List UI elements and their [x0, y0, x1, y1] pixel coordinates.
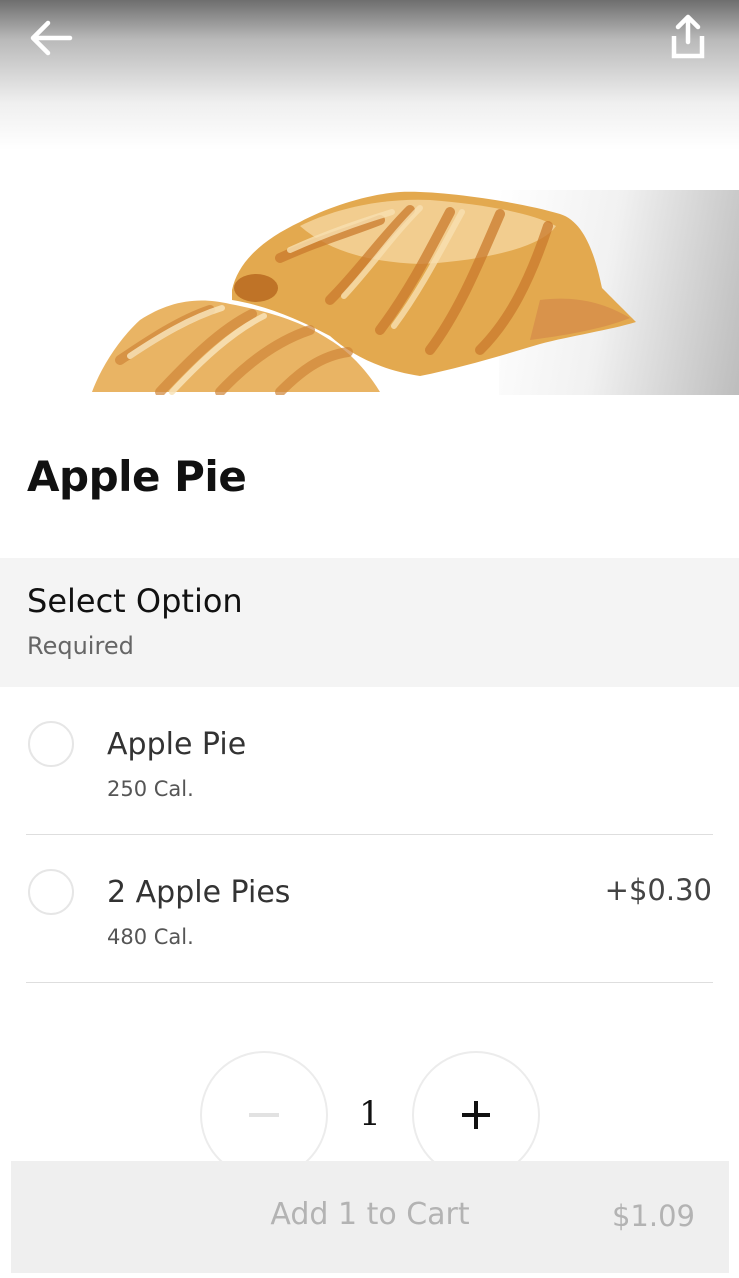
option-calories: 250 Cal. [107, 777, 194, 801]
item-hero-image [0, 0, 739, 395]
share-button[interactable] [664, 12, 712, 62]
arrow-left-icon [30, 20, 73, 56]
plus-icon [462, 1101, 490, 1129]
option-apple-pie[interactable]: Apple Pie 250 Cal. [0, 687, 739, 835]
option-calories: 480 Cal. [107, 925, 194, 949]
option-section-header: Select Option Required [0, 558, 739, 687]
increase-quantity-button[interactable] [412, 1051, 540, 1179]
share-icon [671, 14, 705, 59]
radio-button[interactable] [28, 721, 74, 767]
item-title: Apple Pie [27, 452, 247, 501]
back-button[interactable] [26, 16, 76, 60]
apple-pie-image [92, 191, 636, 395]
quantity-value: 1 [359, 1094, 381, 1134]
option-label: Apple Pie [107, 727, 247, 762]
option-2-apple-pies[interactable]: 2 Apple Pies 480 Cal. +$0.30 [0, 835, 739, 983]
cart-total-price: $1.09 [611, 1199, 695, 1233]
minus-icon [249, 1113, 279, 1117]
section-required-label: Required [27, 632, 134, 660]
option-divider [26, 982, 713, 983]
section-title: Select Option [27, 582, 243, 620]
option-label: 2 Apple Pies [107, 875, 291, 910]
decrease-quantity-button[interactable] [200, 1051, 328, 1179]
option-price: +$0.30 [604, 873, 712, 907]
add-to-cart-button[interactable]: Add 1 to Cart $1.09 [11, 1161, 729, 1273]
radio-button[interactable] [28, 869, 74, 915]
